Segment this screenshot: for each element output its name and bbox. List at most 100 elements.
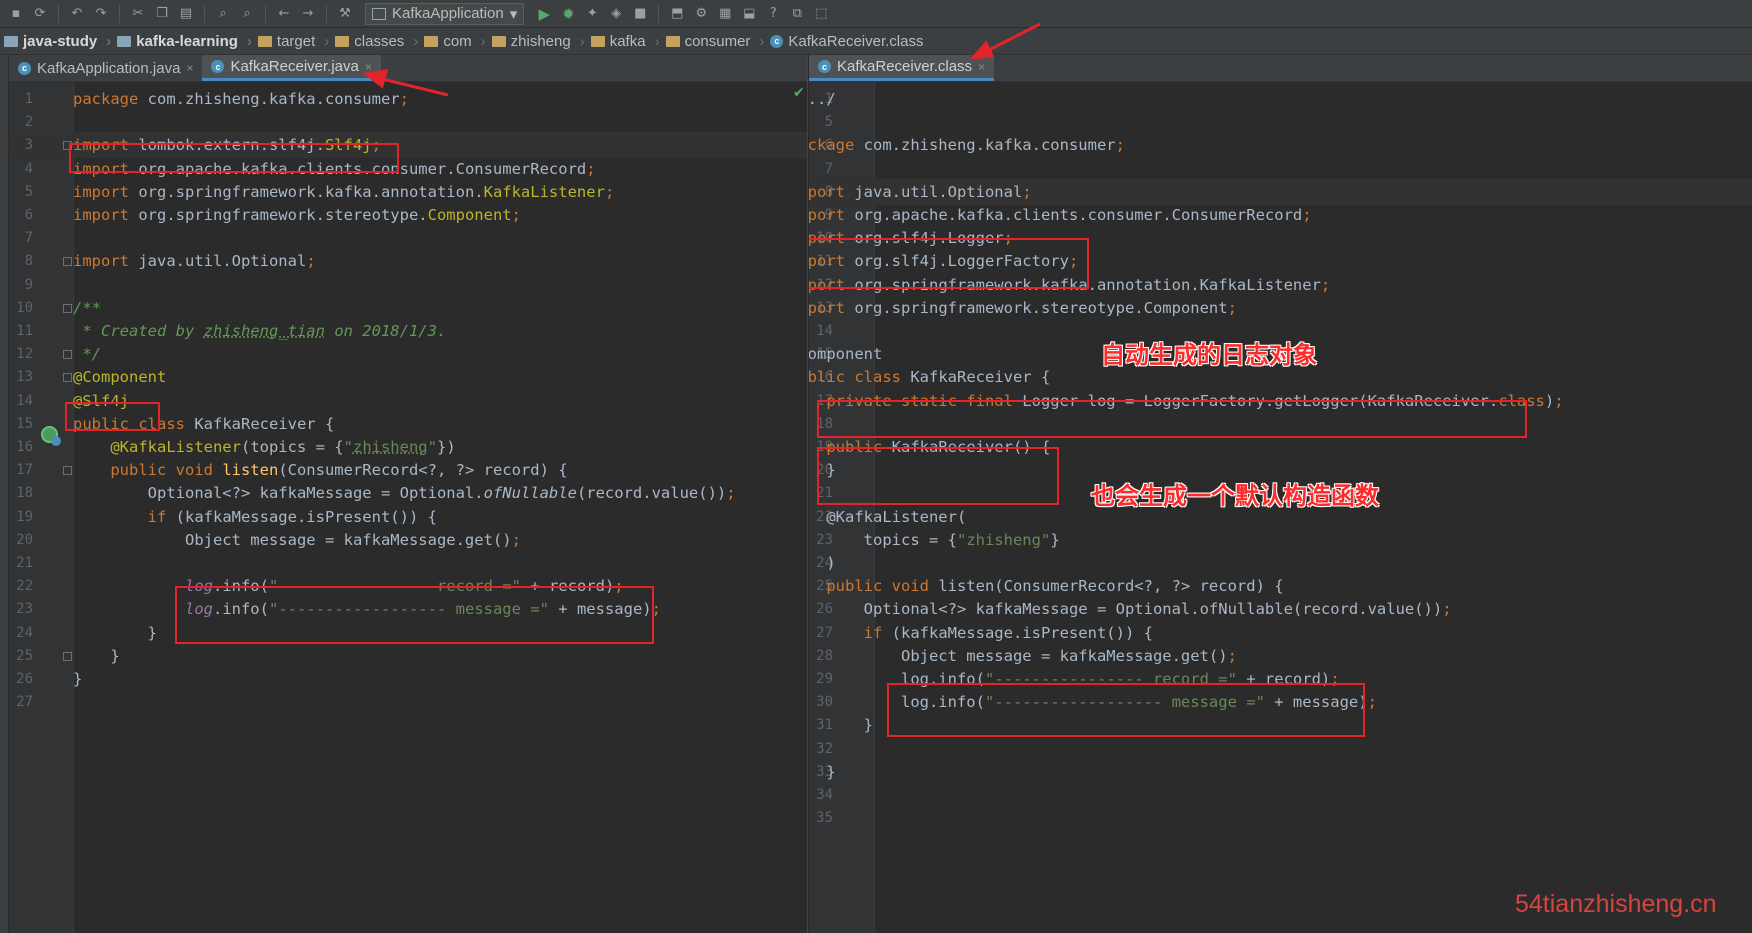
code-line[interactable]: 3 import lombok.extern.slf4j.Slf4j; (9, 132, 807, 159)
save-all-icon[interactable]: ▪ (6, 4, 26, 24)
breadcrumb-item-com[interactable]: com › (424, 33, 486, 50)
breadcrumb-item-project[interactable]: java-study › (4, 33, 111, 50)
code-line[interactable]: 8import java.util.Optional; (9, 248, 807, 274)
code-line[interactable]: 27 if (kafkaMessage.isPresent()) { (809, 620, 1752, 646)
code-editor-left[interactable]: 1 package com.zhisheng.kafka.consumer; 2 3 i… (9, 82, 807, 933)
code-line[interactable]: 13import org.springframework.stereotype.… (809, 295, 1752, 321)
code-line[interactable]: 6 import org.springframework.stereotype.C… (9, 202, 807, 228)
code-line[interactable]: 18 Optional<?> kafkaMessage = Optional.o… (9, 480, 807, 506)
code-line[interactable]: 28 Object message = kafkaMessage.get(); (809, 643, 1752, 669)
code-line[interactable]: 7 (809, 156, 1752, 182)
close-icon[interactable]: × (186, 61, 193, 75)
code-line[interactable]: 16 @KafkaListener(topics = {"zhisheng"}) (9, 434, 807, 460)
code-line[interactable]: 11 * Created by zhisheng_tian on 2018/1/… (9, 318, 807, 344)
code-line[interactable]: 10 /** (9, 295, 807, 321)
code-line[interactable]: 24 } (9, 620, 807, 646)
tab-kafka-receiver-class[interactable]: c KafkaReceiver.class × (809, 55, 995, 81)
close-icon[interactable]: × (978, 60, 985, 74)
breadcrumb-item-kafka[interactable]: kafka › (590, 33, 660, 50)
run-configuration-select[interactable]: KafkaApplication ▾ (365, 2, 525, 25)
cut-icon[interactable]: ✂ (128, 4, 148, 24)
translate-icon[interactable]: ⧉ (787, 4, 807, 24)
breadcrumb-item-module[interactable]: kafka-learning › (117, 33, 252, 50)
code-line[interactable]: 21 (9, 550, 807, 576)
close-icon[interactable]: × (365, 60, 372, 74)
code-line[interactable]: 14 @Slf4j (9, 388, 807, 414)
code-line[interactable]: 12 */ (9, 341, 807, 367)
fold-icon[interactable] (63, 141, 72, 151)
copy-icon[interactable]: ❐ (152, 4, 172, 24)
code-line[interactable]: 18 (809, 411, 1752, 437)
code-line[interactable]: 23 topics = {"zhisheng"} (809, 527, 1752, 553)
settings-icon[interactable]: ⚙ (691, 4, 711, 24)
build-icon[interactable]: ⚒ (335, 4, 355, 24)
tab-kafka-receiver-java[interactable]: c KafkaReceiver.java × (202, 55, 381, 81)
breadcrumb-item-classes[interactable]: classes › (335, 33, 418, 50)
code-line[interactable]: 35 (809, 805, 1752, 831)
fold-icon[interactable] (63, 466, 72, 476)
breadcrumb-item-zhisheng[interactable]: zhisheng › (491, 33, 585, 50)
fold-icon[interactable] (63, 651, 72, 661)
code-line[interactable]: 12import org.springframework.kafka.annot… (809, 272, 1752, 298)
code-line[interactable]: 31 } (809, 712, 1752, 738)
code-line[interactable]: 29 log.info("---------------- record =" … (809, 666, 1752, 692)
code-line[interactable]: 10import org.slf4j.Logger; (809, 225, 1752, 251)
code-line[interactable]: 26} (9, 666, 807, 692)
code-line[interactable]: 25 } (9, 643, 807, 669)
code-line[interactable]: 17 public void listen(ConsumerRecord<?, … (9, 457, 807, 483)
code-line[interactable]: 34} (809, 782, 1752, 808)
code-line[interactable]: 26 Optional<?> kafkaMessage = Optional.o… (809, 596, 1752, 622)
fold-icon[interactable] (63, 350, 72, 360)
code-line[interactable]: 15 public class KafkaReceiver { (9, 411, 807, 437)
code-line[interactable]: 13 @Component (9, 364, 807, 390)
code-line[interactable]: 6package com.zhisheng.kafka.consumer; (809, 132, 1752, 158)
code-line[interactable]: 5 (809, 109, 1752, 135)
sdk-icon[interactable]: ⬓ (739, 4, 759, 24)
code-line[interactable]: 27 (9, 689, 807, 715)
code-line[interactable]: 5 import org.springframework.kafka.annota… (9, 179, 807, 205)
coverage-icon[interactable]: ✦ (582, 4, 602, 24)
fold-icon[interactable] (63, 303, 72, 313)
debug-icon[interactable]: ✹ (558, 4, 578, 24)
code-line[interactable]: 22 log.info("---------------- record =" … (9, 573, 807, 599)
code-line[interactable]: 9import org.apache.kafka.clients.consume… (809, 202, 1752, 228)
breadcrumb-item-file[interactable]: c KafkaReceiver.class (770, 33, 923, 50)
code-line[interactable]: 1 package com.zhisheng.kafka.consumer; (9, 86, 807, 112)
stop-icon[interactable]: ■ (630, 4, 650, 24)
code-line[interactable]: 25 public void listen(ConsumerRecord<?, … (809, 573, 1752, 599)
code-line[interactable]: 32 (809, 736, 1752, 762)
code-line[interactable]: 17 private static final Logger log = Log… (809, 388, 1752, 414)
vcs-icon[interactable]: ⬚ (811, 4, 831, 24)
code-line[interactable]: 19 if (kafkaMessage.isPresent()) { (9, 504, 807, 530)
code-line[interactable]: 1/.../ (809, 86, 1752, 112)
code-line[interactable]: 2 (9, 109, 807, 135)
code-editor-right[interactable]: 1/.../ 56package com.zhisheng.kafka.consu… (809, 82, 1752, 933)
replace-icon[interactable]: ⌕ (237, 4, 257, 24)
redo-icon[interactable]: ↷ (91, 4, 111, 24)
code-line[interactable]: 11import org.slf4j.LoggerFactory; (809, 248, 1752, 274)
tab-kafka-application[interactable]: c KafkaApplication.java × (9, 55, 202, 81)
back-icon[interactable]: ← (274, 4, 294, 24)
forward-icon[interactable]: → (298, 4, 318, 24)
code-line[interactable]: 4 import org.apache.kafka.clients.consume… (9, 156, 807, 182)
help-icon[interactable]: ? (763, 4, 783, 24)
code-line[interactable]: 20 Object message = kafkaMessage.get(); (9, 527, 807, 553)
code-line[interactable]: 30 log.info("------------------ message … (809, 689, 1752, 715)
code-line[interactable]: 9 (9, 272, 807, 298)
fold-icon[interactable] (63, 373, 72, 383)
code-line[interactable]: 7 (9, 225, 807, 251)
code-line[interactable]: 19 public KafkaReceiver() { (809, 434, 1752, 460)
sync-icon[interactable]: ⟳ (30, 4, 50, 24)
profile-icon[interactable]: ◈ (606, 4, 626, 24)
code-line[interactable]: 24 ) (809, 550, 1752, 576)
left-tool-strip[interactable] (0, 55, 9, 933)
breadcrumb-item-target[interactable]: target › (257, 33, 329, 50)
find-icon[interactable]: ⌕ (213, 4, 233, 24)
breadcrumb-item-consumer[interactable]: consumer › (665, 33, 764, 50)
attach-icon[interactable]: ⬒ (667, 4, 687, 24)
fold-icon[interactable] (63, 257, 72, 267)
paste-icon[interactable]: ▤ (176, 4, 196, 24)
code-line[interactable]: 8import java.util.Optional; (809, 178, 1752, 205)
code-line[interactable]: 33 } (809, 759, 1752, 785)
spring-bean-icon[interactable] (41, 426, 61, 446)
